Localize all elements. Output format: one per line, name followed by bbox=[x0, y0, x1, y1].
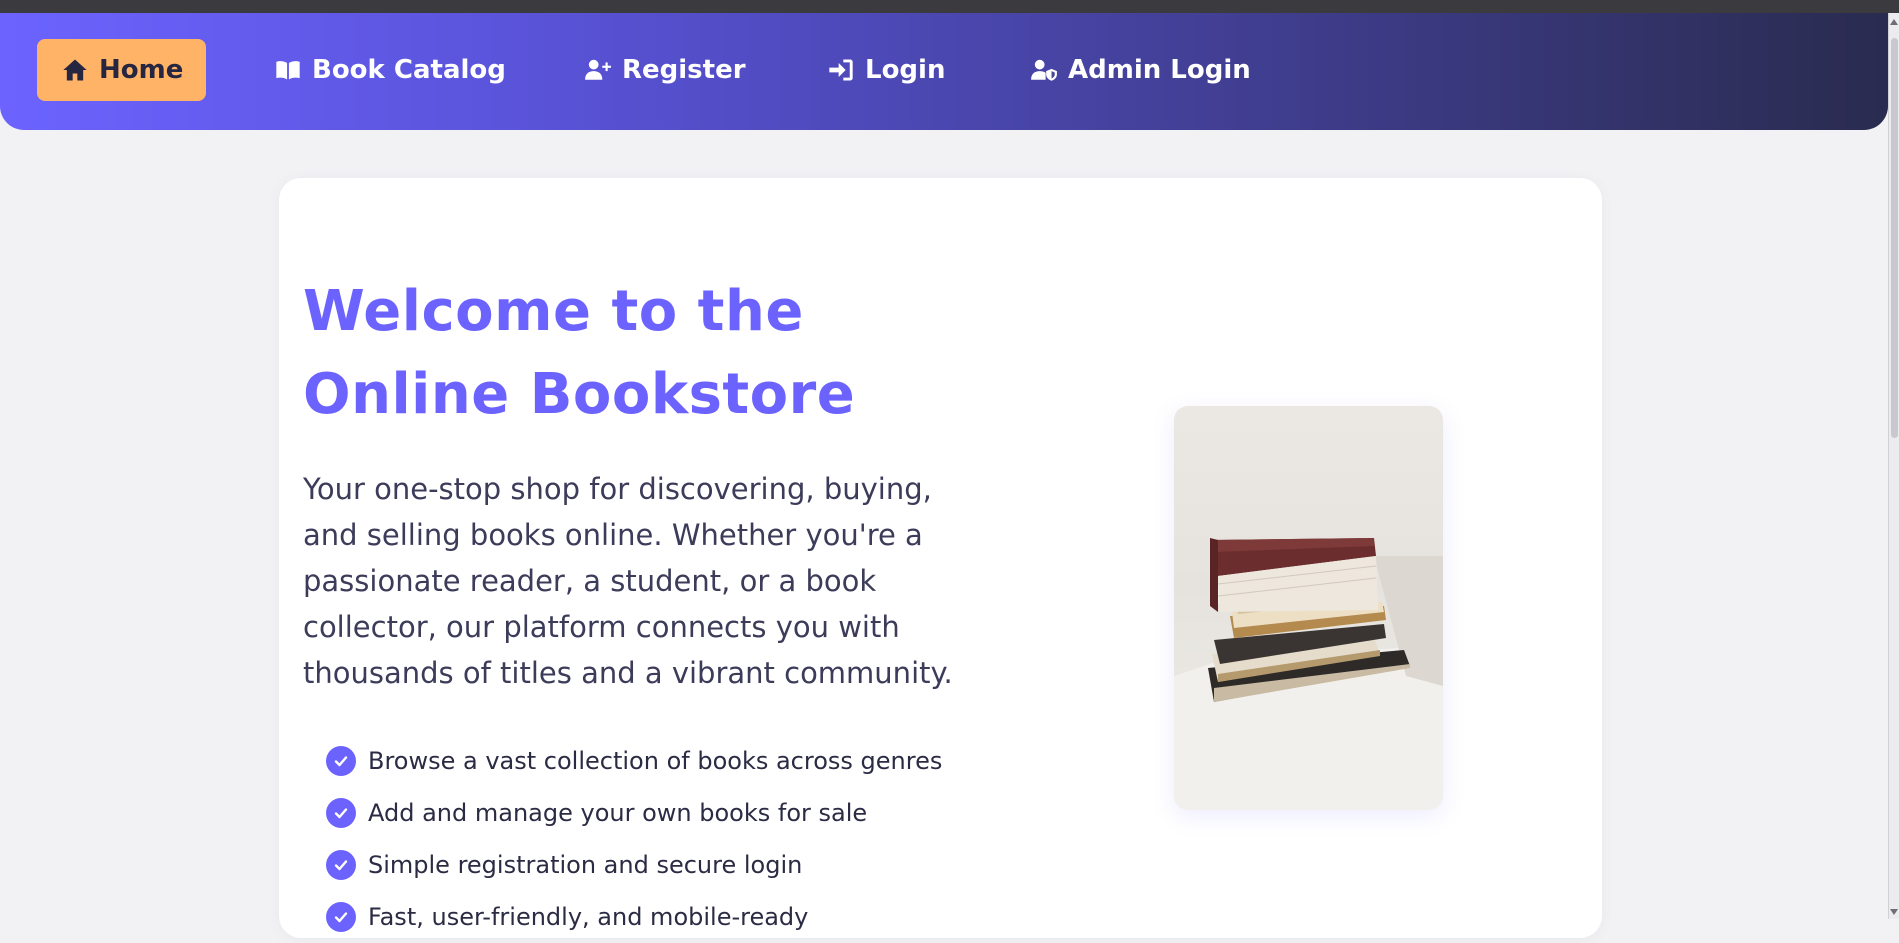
feature-text: Fast, user-friendly, and mobile-ready bbox=[368, 903, 809, 931]
sign-in-icon bbox=[827, 56, 855, 84]
user-shield-icon bbox=[1030, 56, 1058, 84]
home-icon bbox=[61, 56, 89, 84]
feature-list: Browse a vast collection of books across… bbox=[326, 735, 942, 943]
browser-top-strip bbox=[0, 0, 1899, 13]
feature-item: Simple registration and secure login bbox=[326, 839, 942, 891]
check-circle-icon bbox=[326, 902, 356, 932]
feature-item: Add and manage your own books for sale bbox=[326, 787, 942, 839]
nav-login-link[interactable]: Login bbox=[827, 39, 945, 101]
nav-admin-login-label: Admin Login bbox=[1068, 55, 1251, 85]
main-navbar: Home Book Catalog Register Login Admin L… bbox=[0, 13, 1888, 130]
check-circle-icon bbox=[326, 798, 356, 828]
book-stack-image bbox=[1174, 406, 1443, 810]
hero-description: Your one-stop shop for discovering, buyi… bbox=[303, 472, 953, 690]
nav-book-catalog-link[interactable]: Book Catalog bbox=[274, 39, 506, 101]
scroll-thumb[interactable] bbox=[1891, 38, 1898, 438]
page-scrollbar[interactable] bbox=[1888, 13, 1899, 919]
feature-item: Browse a vast collection of books across… bbox=[326, 735, 942, 787]
nav-book-catalog-label: Book Catalog bbox=[312, 55, 506, 85]
nav-home-link[interactable]: Home bbox=[37, 39, 206, 101]
check-circle-icon bbox=[326, 850, 356, 880]
feature-item: Fast, user-friendly, and mobile-ready bbox=[326, 891, 942, 943]
nav-admin-login-link[interactable]: Admin Login bbox=[1030, 39, 1251, 101]
nav-home-label: Home bbox=[99, 55, 184, 85]
scroll-down-arrow-icon[interactable] bbox=[1890, 909, 1898, 915]
nav-login-label: Login bbox=[865, 55, 946, 85]
feature-text: Add and manage your own books for sale bbox=[368, 799, 868, 827]
feature-text: Browse a vast collection of books across… bbox=[368, 747, 943, 775]
nav-register-label: Register bbox=[622, 55, 746, 85]
user-plus-icon bbox=[584, 56, 612, 84]
nav-register-link[interactable]: Register bbox=[584, 39, 746, 101]
book-open-icon bbox=[274, 56, 302, 84]
feature-text: Simple registration and secure login bbox=[368, 851, 803, 879]
scroll-up-arrow-icon[interactable] bbox=[1890, 19, 1898, 25]
check-circle-icon bbox=[326, 746, 356, 776]
hero-title: Welcome to the Online Bookstore bbox=[303, 279, 856, 427]
